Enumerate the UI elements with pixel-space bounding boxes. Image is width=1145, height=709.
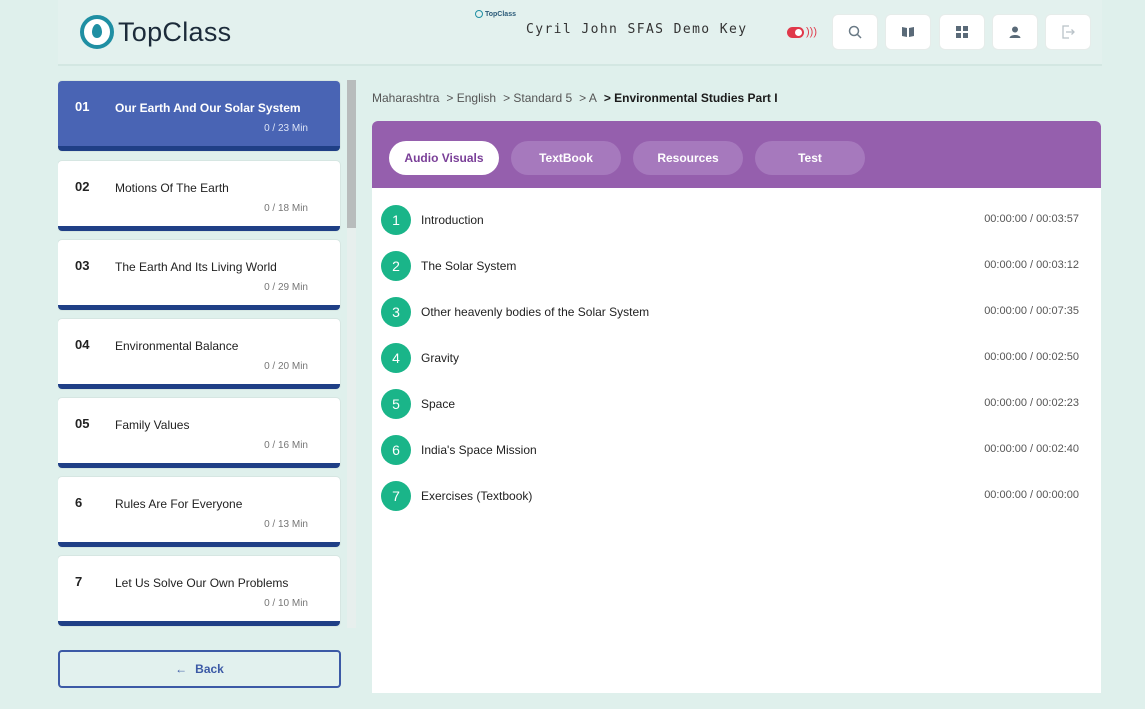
logout-button[interactable]: [1045, 14, 1091, 50]
chapter-item-03[interactable]: 03 The Earth And Its Living World 0 / 29…: [58, 240, 340, 310]
tab-bar: Audio Visuals TextBook Resources Test: [372, 121, 1101, 188]
breadcrumb-subject: > Environmental Studies Part I: [603, 91, 778, 105]
chapter-duration: 0 / 23 Min: [264, 123, 308, 134]
lesson-number-badge: 4: [381, 343, 411, 373]
chapter-number: 04: [75, 337, 90, 352]
chapter-number: 7: [75, 574, 83, 589]
lesson-number-badge: 6: [381, 435, 411, 465]
chapter-duration: 0 / 10 Min: [264, 598, 308, 609]
breadcrumb-state[interactable]: Maharashtra: [372, 91, 439, 105]
chapter-number: 03: [75, 258, 90, 273]
lesson-title: Other heavenly bodies of the Solar Syste…: [421, 305, 650, 319]
back-button[interactable]: ← Back: [58, 650, 341, 688]
lesson-title: Space: [421, 397, 456, 411]
mini-brand-icon: [475, 10, 483, 18]
topclass-logo[interactable]: TopClass: [80, 12, 231, 52]
breadcrumb-division[interactable]: > A: [579, 91, 597, 105]
chapter-duration: 0 / 29 Min: [264, 282, 308, 293]
chapter-item-01[interactable]: 01 Our Earth And Our Solar System 0 / 23…: [58, 81, 340, 151]
app-header: TopClass TopClass Cyril John SFAS Demo K…: [58, 0, 1102, 66]
chapter-duration: 0 / 18 Min: [264, 203, 308, 214]
chapter-title: Family Values: [115, 418, 190, 432]
lesson-progress-time: 00:00:00 / 00:03:12: [984, 259, 1079, 271]
chapter-number: 6: [75, 495, 83, 510]
lesson-row[interactable]: 5 Space 00:00:00 / 00:02:23: [381, 388, 1093, 420]
apps-button[interactable]: [939, 14, 985, 50]
book-icon: [902, 27, 914, 37]
book-button[interactable]: [885, 14, 931, 50]
lesson-row[interactable]: 6 India's Space Mission 00:00:00 / 00:02…: [381, 434, 1093, 466]
lesson-title: Exercises (Textbook): [421, 489, 533, 503]
breadcrumb-standard[interactable]: > Standard 5: [503, 91, 572, 105]
user-icon: [1009, 26, 1021, 38]
lesson-number-badge: 1: [381, 205, 411, 235]
back-label: Back: [195, 662, 224, 676]
lesson-progress-time: 00:00:00 / 00:02:23: [984, 397, 1079, 409]
lesson-number-badge: 2: [381, 251, 411, 281]
content-panel: Audio Visuals TextBook Resources Test 1 …: [372, 121, 1101, 693]
lesson-progress-time: 00:00:00 / 00:02:50: [984, 351, 1079, 363]
chapter-duration: 0 / 13 Min: [264, 519, 308, 530]
lesson-progress-time: 00:00:00 / 00:02:40: [984, 443, 1079, 455]
lesson-row[interactable]: 1 Introduction 00:00:00 / 00:03:57: [381, 204, 1093, 236]
chapter-number: 05: [75, 416, 90, 431]
lesson-row[interactable]: 2 The Solar System 00:00:00 / 00:03:12: [381, 250, 1093, 282]
chapter-title: Let Us Solve Our Own Problems: [115, 576, 289, 590]
user-key-label: Cyril John SFAS Demo Key: [526, 22, 748, 37]
lesson-title: Gravity: [421, 351, 460, 365]
lesson-row[interactable]: 7 Exercises (Textbook) 00:00:00 / 00:00:…: [381, 480, 1093, 512]
lesson-title: India's Space Mission: [421, 443, 537, 457]
chapter-item-04[interactable]: 04 Environmental Balance 0 / 20 Min: [58, 319, 340, 389]
logo-text: TopClass: [118, 16, 232, 47]
lesson-progress-time: 00:00:00 / 00:07:35: [984, 305, 1079, 317]
tab-test[interactable]: Test: [755, 141, 865, 175]
chapter-item-02[interactable]: 02 Motions Of The Earth 0 / 18 Min: [58, 161, 340, 231]
logout-icon: [1062, 25, 1075, 39]
chapter-item-06[interactable]: 6 Rules Are For Everyone 0 / 13 Min: [58, 477, 340, 547]
arrow-left-icon: ←: [175, 662, 188, 676]
chapter-item-07[interactable]: 7 Let Us Solve Our Own Problems 0 / 10 M…: [58, 556, 340, 626]
chapter-item-05[interactable]: 05 Family Values 0 / 16 Min: [58, 398, 340, 468]
chapter-number: 01: [75, 99, 90, 114]
profile-button[interactable]: [992, 14, 1038, 50]
chapter-duration: 0 / 16 Min: [264, 440, 308, 451]
chapter-title: Motions Of The Earth: [115, 181, 229, 195]
lesson-title: The Solar System: [421, 259, 517, 273]
broadcast-icon: ))): [806, 25, 817, 38]
tab-textbook[interactable]: TextBook: [511, 141, 621, 175]
lesson-progress-time: 00:00:00 / 00:03:57: [984, 213, 1079, 225]
chapter-title: Our Earth And Our Solar System: [115, 101, 301, 115]
lesson-row[interactable]: 4 Gravity 00:00:00 / 00:02:50: [381, 342, 1093, 374]
search-button[interactable]: [832, 14, 878, 50]
chapter-number: 02: [75, 179, 90, 194]
chapter-title: Rules Are For Everyone: [115, 497, 243, 511]
mini-brand-text: TopClass: [485, 10, 516, 18]
tab-resources[interactable]: Resources: [633, 141, 743, 175]
lesson-number-badge: 7: [381, 481, 411, 511]
lesson-number-badge: 5: [381, 389, 411, 419]
lesson-title: Introduction: [421, 213, 484, 227]
chapter-duration: 0 / 20 Min: [264, 361, 308, 372]
recording-toggle[interactable]: ))): [787, 25, 817, 39]
breadcrumb: Maharashtra > English > Standard 5 > A >…: [372, 91, 778, 105]
mini-brand: TopClass: [475, 10, 516, 18]
topclass-logo-icon: [80, 15, 114, 49]
tab-audio-visuals[interactable]: Audio Visuals: [389, 141, 499, 175]
sidebar-scrollbar-thumb[interactable]: [347, 80, 356, 228]
search-icon: [848, 25, 862, 39]
chapter-sidebar: 01 Our Earth And Our Solar System 0 / 23…: [58, 80, 348, 628]
grid-icon: [956, 26, 968, 38]
lesson-row[interactable]: 3 Other heavenly bodies of the Solar Sys…: [381, 296, 1093, 328]
toggle-icon: [787, 26, 804, 38]
lesson-progress-time: 00:00:00 / 00:00:00: [984, 489, 1079, 501]
chapter-title: Environmental Balance: [115, 339, 239, 353]
chapter-title: The Earth And Its Living World: [115, 260, 277, 274]
breadcrumb-language[interactable]: > English: [446, 91, 496, 105]
lesson-number-badge: 3: [381, 297, 411, 327]
